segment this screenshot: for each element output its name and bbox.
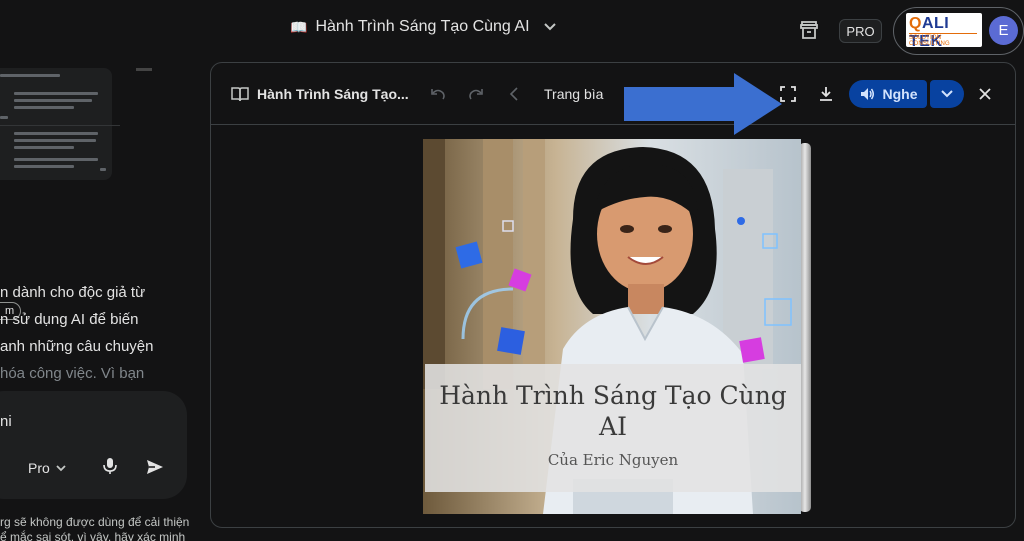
prompt-input-box[interactable] [0, 391, 187, 499]
chevron-down-icon [941, 90, 953, 98]
top-bar: 📖 Hành Trình Sáng Tạo Cùng AI PRO QALI T… [0, 0, 1024, 62]
response-line-4: hóa công việc. Vì bạn [0, 365, 145, 382]
book-title: Hành Trình Sáng Tạo Cùng AI [439, 381, 787, 441]
previous-page-icon[interactable] [506, 85, 524, 103]
model-label: Pro [28, 460, 50, 476]
model-selector[interactable]: Pro [28, 460, 66, 476]
response-line-2: n sử dụng AI để biến [0, 311, 139, 328]
disclaimer-line-1: rg sẽ không được dùng để cải thiện [0, 515, 190, 529]
pro-badge[interactable]: PRO [839, 19, 882, 43]
response-line-1: n dành cho độc giả từ [0, 284, 146, 301]
page-label: Trang bìa [544, 86, 604, 102]
book-cover: Hành Trình Sáng Tạo Cùng AI Của Eric Ngu… [423, 139, 811, 514]
annotation-arrow [624, 73, 784, 135]
thumbnail-tag [136, 68, 152, 71]
undo-icon[interactable] [429, 85, 447, 103]
brand-logo: QALI TEK SOLUTION CONSULTING [906, 13, 982, 47]
prompt-input-text[interactable]: ni [0, 413, 12, 430]
avatar[interactable]: E [989, 16, 1018, 45]
send-icon[interactable] [145, 457, 165, 477]
download-icon[interactable] [817, 85, 835, 103]
close-icon[interactable] [976, 85, 994, 103]
listen-options-button[interactable] [930, 80, 964, 108]
chevron-down-icon [56, 464, 66, 471]
conversation-title-dropdown[interactable]: 📖 Hành Trình Sáng Tạo Cùng AI [290, 18, 556, 36]
message-thumbnail-card [0, 68, 120, 180]
chevron-down-icon [543, 20, 556, 34]
disclaimer-line-2: ể mắc sai sót, vì vậy, hãy xác minh [0, 530, 186, 541]
speaker-icon [860, 88, 874, 100]
archive-icon[interactable] [797, 18, 821, 42]
microphone-icon[interactable] [101, 457, 119, 475]
book-author: Của Eric Nguyen [547, 451, 679, 469]
document-title: Hành Trình Sáng Tạo... [257, 86, 409, 102]
response-line-3: anh những câu chuyện [0, 338, 154, 355]
conversation-title: Hành Trình Sáng Tạo Cùng AI [315, 18, 530, 35]
listen-label: Nghe [882, 86, 918, 102]
open-book-icon: 📖 [290, 18, 308, 35]
open-book-icon [231, 85, 249, 103]
listen-button[interactable]: Nghe [849, 80, 927, 108]
redo-icon[interactable] [467, 85, 485, 103]
canvas-toolbar: Hành Trình Sáng Tạo... Trang bìa Nghe [211, 63, 1015, 125]
